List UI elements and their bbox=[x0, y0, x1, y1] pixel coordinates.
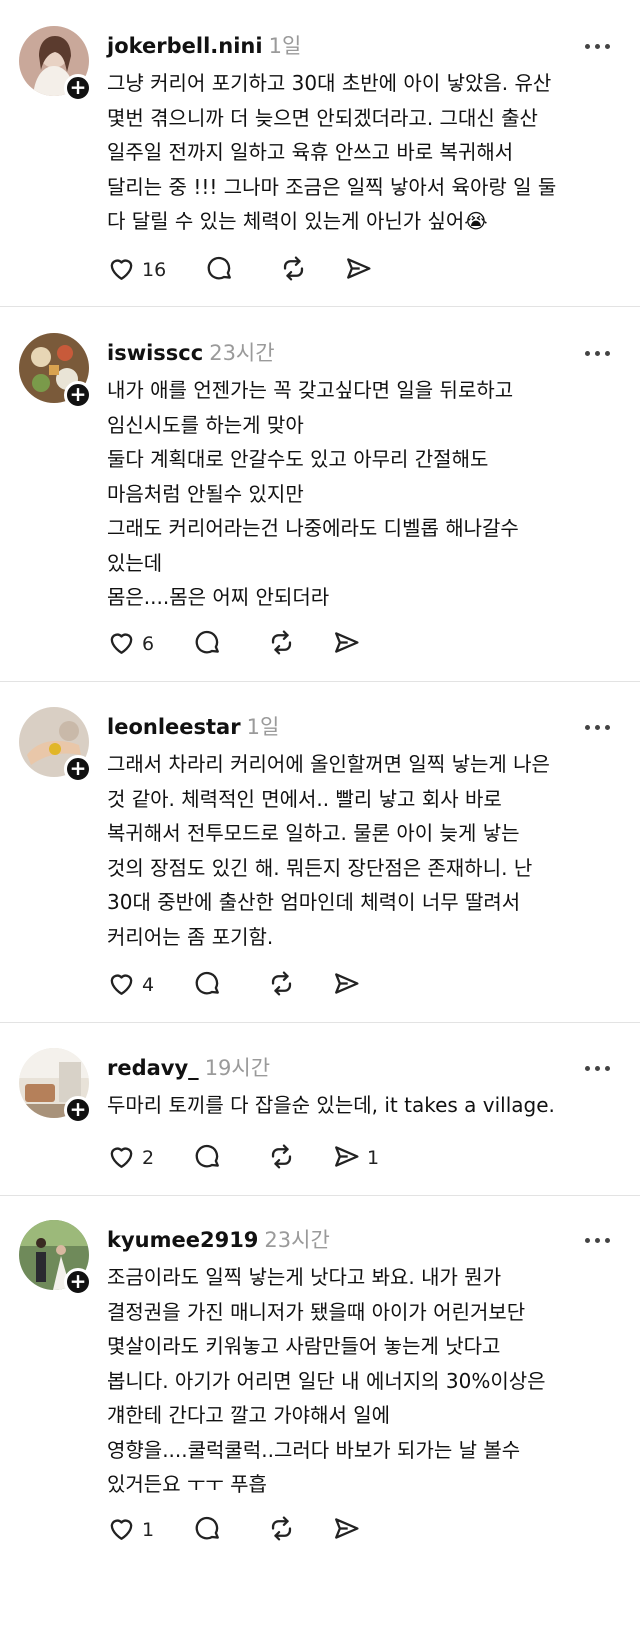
timestamp: 19시간 bbox=[204, 1056, 271, 1080]
more-dots-icon[interactable] bbox=[585, 341, 615, 356]
share-button[interactable]: 1 bbox=[332, 1142, 379, 1174]
like-button[interactable]: 2 bbox=[107, 1142, 154, 1174]
comment-item: + redavy_ 19시간두마리 토끼를 다 잡을순 있는데, it takes … bbox=[0, 1048, 640, 1182]
comment-text: 내가 애를 언젠가는 꼭 갖고싶다면 일을 뒤로하고 임신시도를 하는게 맞아 … bbox=[107, 378, 519, 609]
reply-button[interactable] bbox=[205, 254, 234, 286]
share-button[interactable] bbox=[332, 969, 367, 1001]
reply-button[interactable] bbox=[193, 628, 222, 660]
username[interactable]: kyumee2919 bbox=[107, 1228, 258, 1252]
like-button[interactable]: 16 bbox=[107, 254, 166, 286]
like-button[interactable]: 1 bbox=[107, 1514, 154, 1546]
plus-icon[interactable]: + bbox=[64, 74, 92, 102]
like-button[interactable]: 6 bbox=[107, 628, 154, 660]
like-button[interactable]: 4 bbox=[107, 969, 154, 1001]
repost-icon bbox=[279, 254, 308, 287]
repost-button[interactable] bbox=[267, 1514, 296, 1546]
heart-icon bbox=[107, 1514, 136, 1547]
comment-item: + iswisscc 23시간내가 애를 언젠가는 꼭 갖고싶다면 일을 뒤로하고 … bbox=[0, 333, 640, 668]
repost-icon bbox=[267, 1514, 296, 1547]
repost-button[interactable] bbox=[267, 969, 296, 1001]
comment-text: 그래서 차라리 커리어에 올인할꺼면 일찍 낳는게 나은 것 같아. 체력적인 … bbox=[107, 752, 550, 949]
comment-text: 그냥 커리어 포기하고 30대 초반에 아이 낳았음. 유산 몇번 겪으니까 더… bbox=[107, 71, 557, 233]
repost-icon bbox=[267, 969, 296, 1002]
comment-item: + jokerbell.nini 1일그냥 커리어 포기하고 30대 초반에 아이 … bbox=[0, 26, 640, 294]
share-button[interactable] bbox=[344, 254, 379, 286]
heart-icon bbox=[107, 254, 136, 287]
more-dots-icon[interactable] bbox=[585, 1056, 615, 1071]
username[interactable]: iswisscc bbox=[107, 341, 203, 365]
repost-icon bbox=[267, 1142, 296, 1175]
plus-icon[interactable]: + bbox=[64, 1096, 92, 1124]
reply-button[interactable] bbox=[193, 1514, 222, 1546]
share-button[interactable] bbox=[332, 628, 367, 660]
send-icon bbox=[332, 1142, 361, 1175]
comment-bubble-icon bbox=[193, 969, 222, 1002]
divider bbox=[0, 306, 640, 307]
heart-icon bbox=[107, 1142, 136, 1175]
send-icon bbox=[332, 628, 361, 661]
divider bbox=[0, 681, 640, 682]
username[interactable]: jokerbell.nini bbox=[107, 34, 263, 58]
like-count: 16 bbox=[142, 259, 167, 281]
heart-icon bbox=[107, 969, 136, 1002]
comment-text: 두마리 토끼를 다 잡을순 있는데, it takes a village. bbox=[107, 1093, 555, 1117]
like-count: 6 bbox=[142, 633, 155, 655]
comment-bubble-icon bbox=[193, 1514, 222, 1547]
timestamp: 23시간 bbox=[209, 341, 275, 365]
timestamp: 1일 bbox=[268, 34, 302, 58]
comment-item: + kyumee2919 23시간조금이라도 일찍 낳는게 낫다고 봐요. 내가 뭔… bbox=[0, 1220, 640, 1554]
like-count: 2 bbox=[142, 1147, 155, 1169]
more-dots-icon[interactable] bbox=[585, 34, 615, 49]
repost-button[interactable] bbox=[267, 1142, 296, 1174]
send-icon bbox=[344, 254, 373, 287]
plus-icon[interactable]: + bbox=[64, 381, 92, 409]
more-dots-icon[interactable] bbox=[585, 1228, 615, 1243]
username[interactable]: leonleestar bbox=[107, 715, 241, 739]
comment-bubble-icon bbox=[205, 254, 234, 287]
repost-icon bbox=[267, 628, 296, 661]
send-icon bbox=[332, 969, 361, 1002]
send-icon bbox=[332, 1514, 361, 1547]
plus-icon[interactable]: + bbox=[64, 1268, 92, 1296]
reply-button[interactable] bbox=[193, 1142, 222, 1174]
plus-icon[interactable]: + bbox=[64, 755, 92, 783]
share-count: 1 bbox=[367, 1147, 380, 1169]
like-count: 1 bbox=[142, 1519, 155, 1541]
comment-item: + leonleestar 1일그래서 차라리 커리어에 올인할꺼면 일찍 낳는게 … bbox=[0, 707, 640, 1009]
share-button[interactable] bbox=[332, 1514, 367, 1546]
username[interactable]: redavy_ bbox=[107, 1056, 199, 1080]
like-count: 4 bbox=[142, 974, 155, 996]
repost-button[interactable] bbox=[279, 254, 308, 286]
divider bbox=[0, 1195, 640, 1196]
more-dots-icon[interactable] bbox=[585, 715, 615, 730]
timestamp: 23시간 bbox=[264, 1228, 330, 1252]
heart-icon bbox=[107, 628, 136, 661]
divider bbox=[0, 1022, 640, 1023]
reply-button[interactable] bbox=[193, 969, 222, 1001]
timestamp: 1일 bbox=[246, 715, 280, 739]
comment-bubble-icon bbox=[193, 1142, 222, 1175]
repost-button[interactable] bbox=[267, 628, 296, 660]
comment-text: 조금이라도 일찍 낳는게 낫다고 봐요. 내가 뭔가 결정권을 가진 매니저가 … bbox=[107, 1265, 546, 1496]
comment-bubble-icon bbox=[193, 628, 222, 661]
